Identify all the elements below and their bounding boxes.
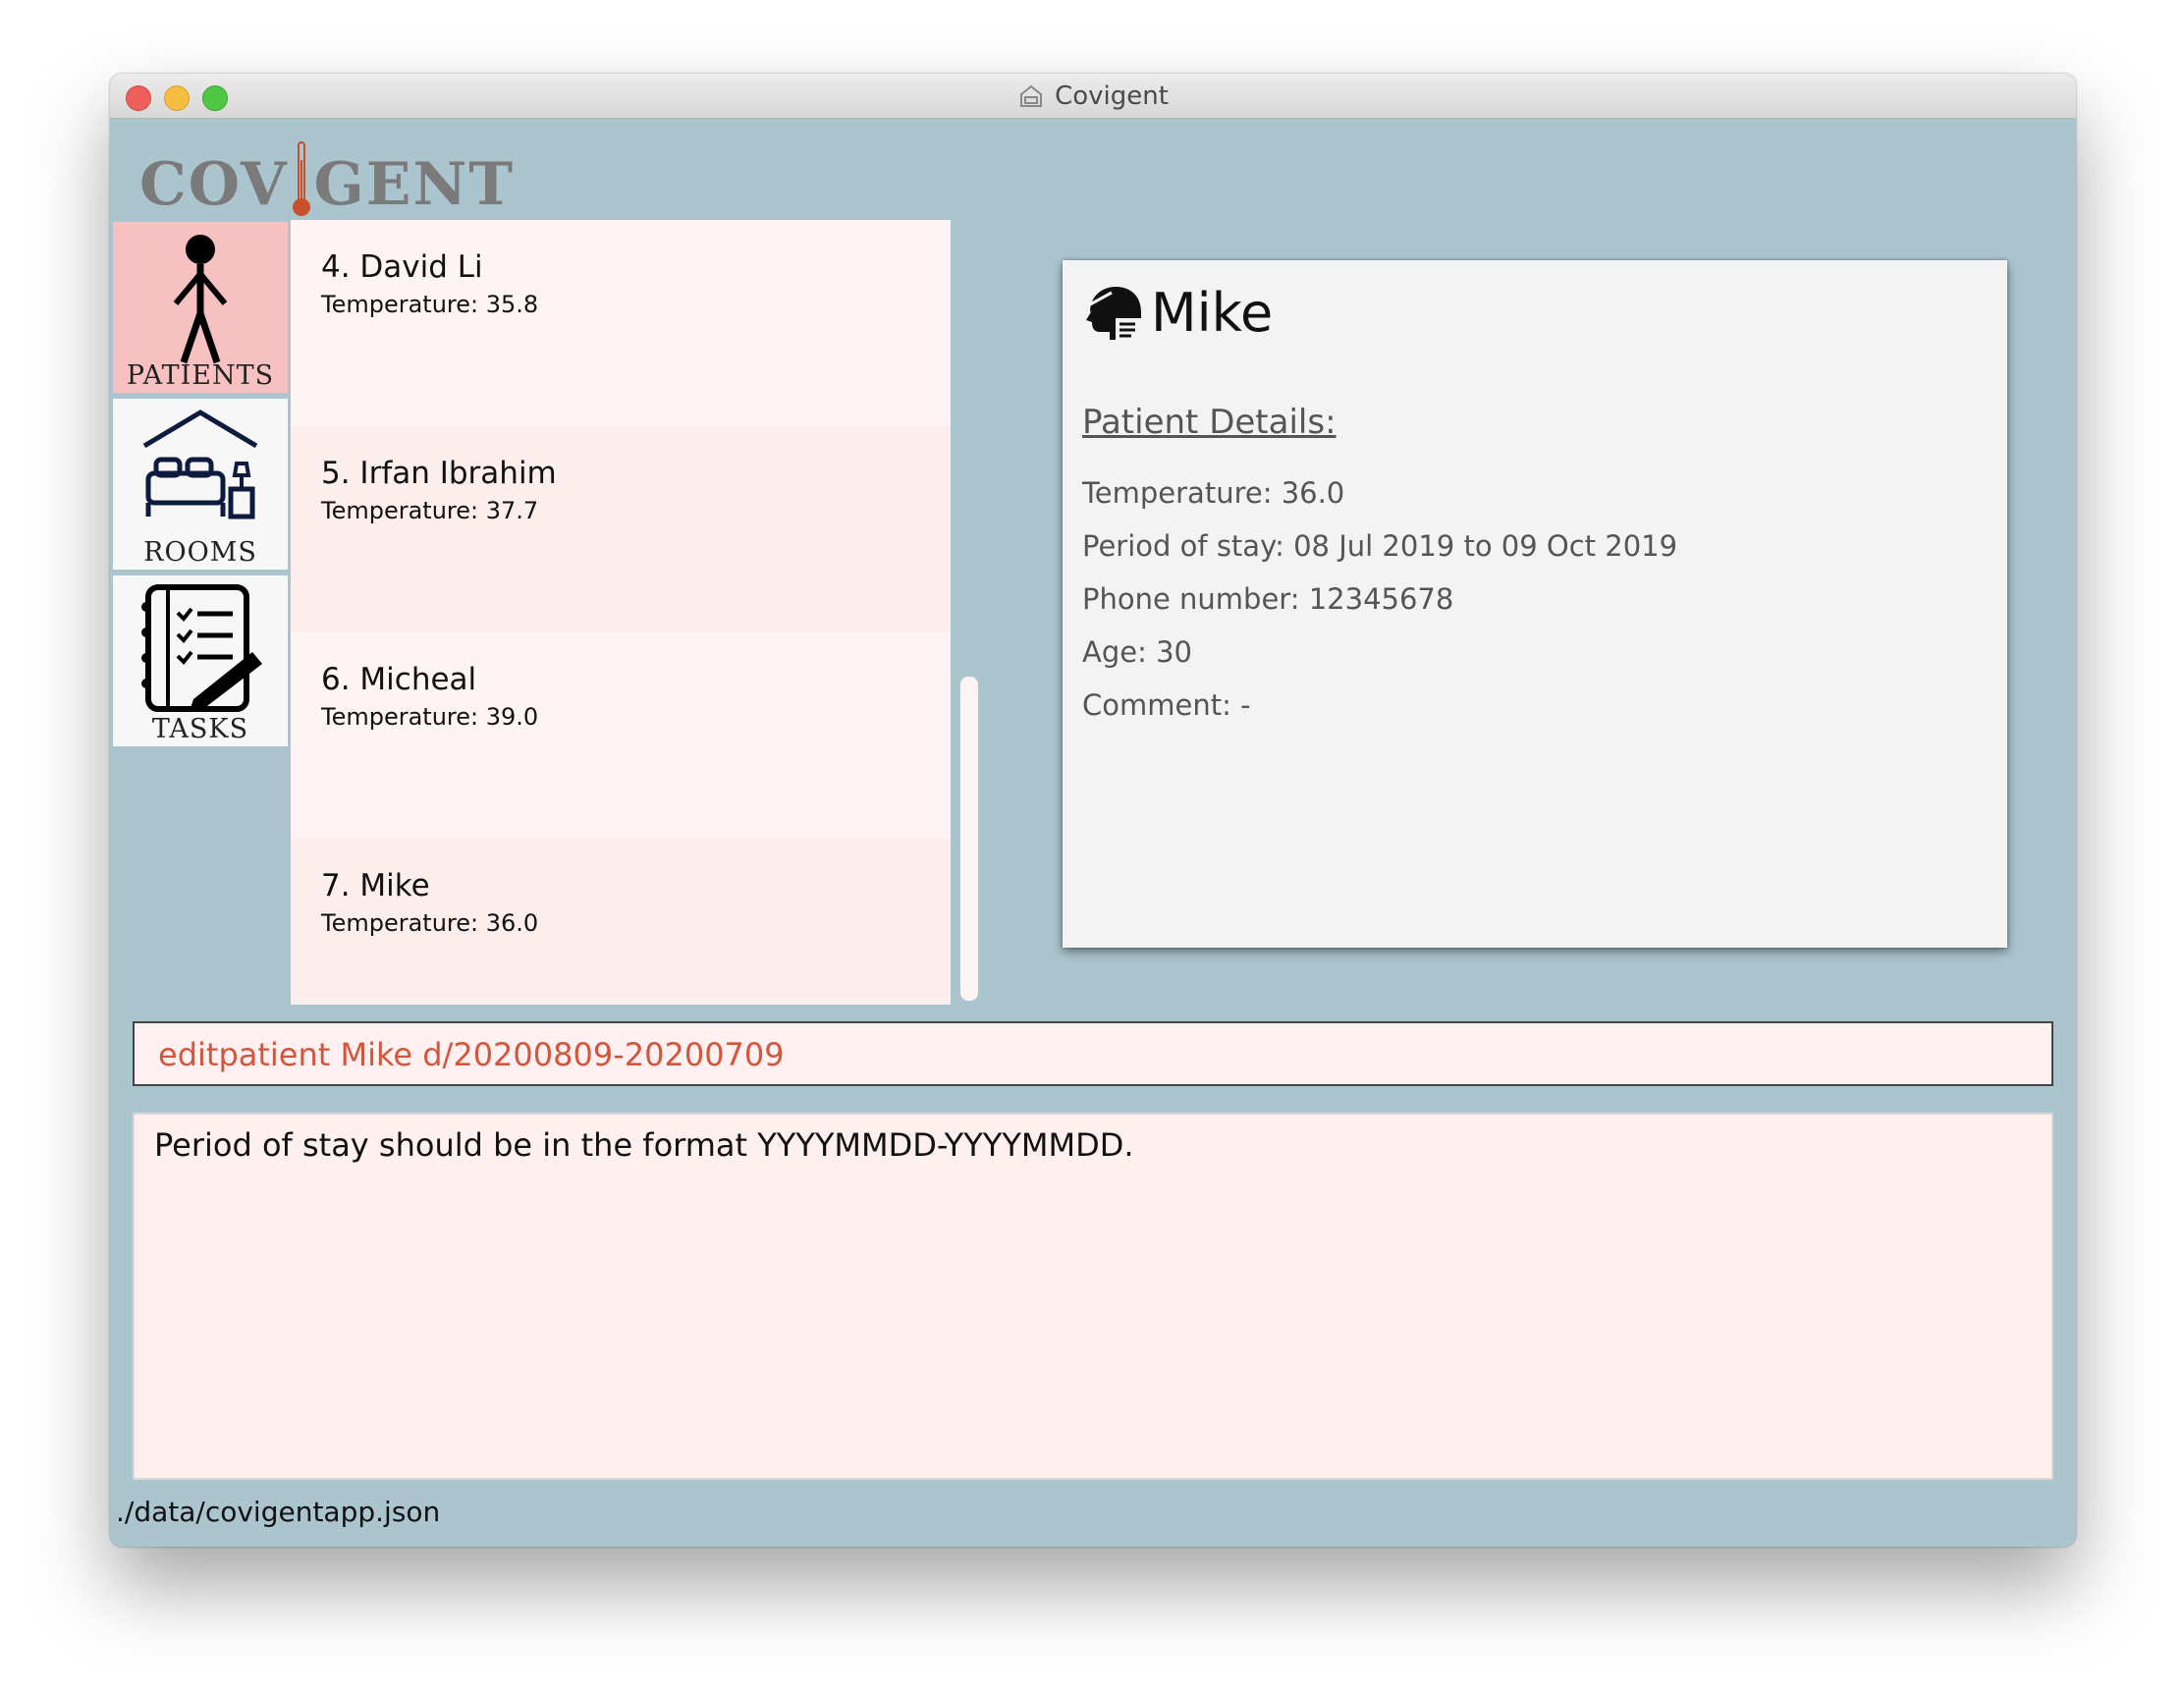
window-title-group: Covigent [110,74,2076,118]
title-bar: Covigent [110,74,2076,119]
app-window: Covigent COV GENT PATIENTS ROOMS TASKS 4… [110,74,2076,1547]
patient-details-heading: Patient Details: [1082,403,1337,442]
patient-name: 6. Micheal [321,662,477,697]
result-message: Period of stay should be in the format Y… [154,1126,1134,1164]
nav-label-patients: PATIENTS [126,360,275,391]
patient-list-item[interactable]: 4. David Li Temperature: 35.8 [291,220,951,426]
nav-tab-tasks[interactable]: TASKS [113,575,288,749]
window-title: Covigent [1055,81,1169,111]
detail-patient-name: Mike [1151,282,1274,344]
patient-name: 7. Mike [321,868,430,903]
nav-tab-rooms[interactable]: ROOMS [113,399,288,573]
person-icon [173,235,228,364]
logo-text-left: COV [139,150,289,219]
app-icon [1020,84,1043,107]
patient-temperature: Temperature: 39.0 [321,703,539,731]
command-input[interactable] [156,1035,2026,1074]
detail-header: Mike [1082,282,1273,344]
patient-temperature: Temperature: 36.0 [321,909,539,937]
patient-list-item[interactable]: 6. Micheal Temperature: 39.0 [291,632,951,839]
checklist-icon [140,584,262,712]
patient-temperature: Temperature: 37.7 [321,497,539,524]
detail-comment: Comment: - [1082,688,1251,722]
nav-label-rooms: ROOMS [143,537,257,568]
covigent-logo: COV GENT [139,131,515,219]
result-display: Period of stay should be in the format Y… [133,1113,2053,1480]
detail-phone-number: Phone number: 12345678 [1082,582,1454,616]
status-bar-file-path: ./data/covigentapp.json [116,1496,441,1528]
patient-head-icon [1086,286,1141,340]
patient-name: 4. David Li [321,249,483,285]
logo-text-right: GENT [313,150,515,219]
detail-temperature: Temperature: 36.0 [1082,476,1345,510]
patient-list-scroll-thumb[interactable] [960,677,978,1001]
nav-label-tasks: TASKS [151,714,249,744]
command-box[interactable] [133,1021,2053,1086]
patient-list-item[interactable]: 7. Mike Temperature: 36.0 [291,839,951,1005]
bed-icon [142,410,258,519]
patient-list[interactable]: 4. David Li Temperature: 35.8 5. Irfan I… [291,220,951,1005]
patient-temperature: Temperature: 35.8 [321,291,539,318]
patient-detail-card: Mike Patient Details: Temperature: 36.0 … [1063,260,2007,948]
detail-age: Age: 30 [1082,635,1192,669]
patient-name: 5. Irfan Ibrahim [321,456,557,491]
detail-period-of-stay: Period of stay: 08 Jul 2019 to 09 Oct 20… [1082,529,1678,563]
nav-tab-patients[interactable]: PATIENTS [113,222,288,396]
patient-list-item[interactable]: 5. Irfan Ibrahim Temperature: 37.7 [291,426,951,632]
thermometer-icon [292,141,310,216]
